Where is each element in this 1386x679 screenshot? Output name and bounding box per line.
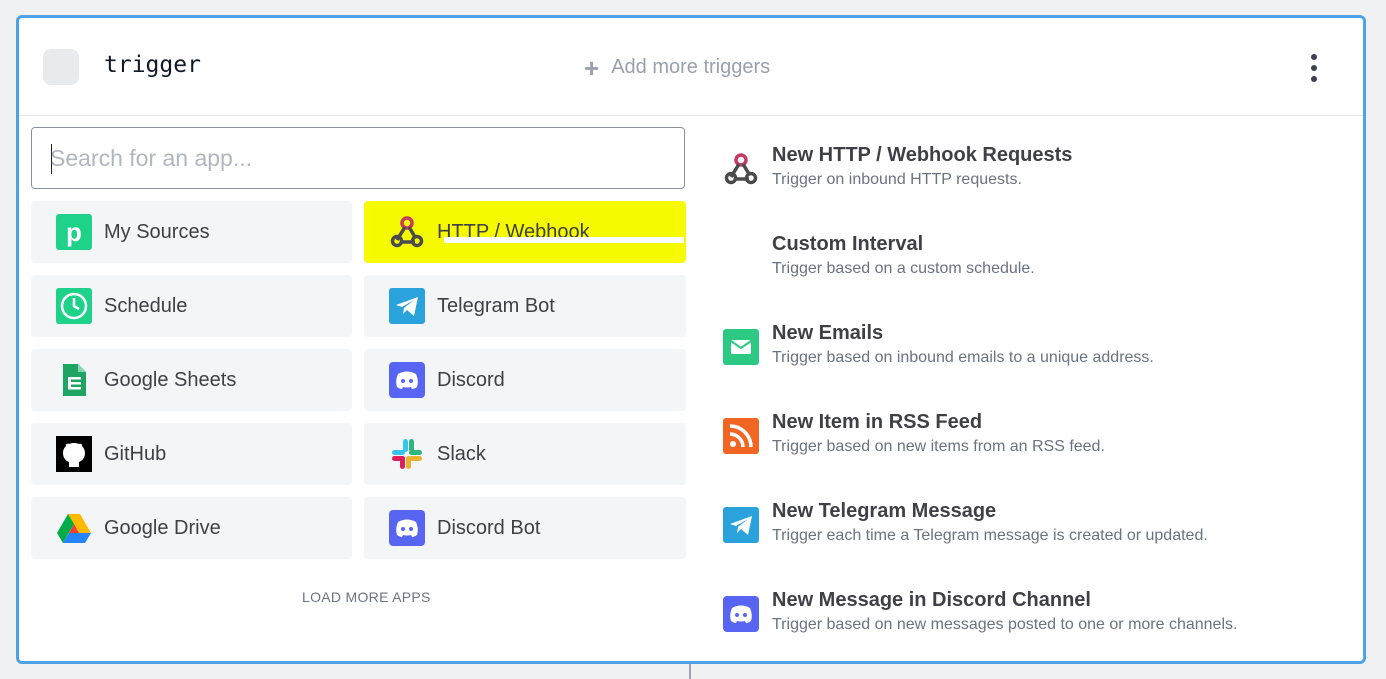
app-tile-telegram-bot[interactable]: Telegram Bot	[364, 275, 686, 337]
app-tile-discord[interactable]: Discord	[364, 349, 686, 411]
github-icon	[56, 436, 92, 472]
discord-icon	[389, 510, 425, 546]
step-name[interactable]: trigger	[104, 52, 201, 78]
trigger-item-custom-interval[interactable]: Custom Interval Trigger based on a custo…	[722, 231, 1035, 278]
app-tile-github[interactable]: GitHub	[31, 423, 352, 485]
app-tile-google-drive[interactable]: Google Drive	[31, 497, 352, 559]
app-tile-label: Discord	[437, 368, 505, 391]
trigger-item-rss-feed[interactable]: New Item in RSS Feed Trigger based on ne…	[722, 409, 1105, 456]
app-search-input[interactable]	[31, 127, 685, 189]
more-options-icon[interactable]	[1303, 54, 1325, 82]
step-header: trigger + Add more triggers	[19, 18, 1363, 116]
pipedream-icon: p	[56, 214, 92, 250]
trigger-title: New Item in RSS Feed	[772, 411, 983, 433]
trigger-step-card: trigger + Add more triggers p My Sources	[16, 15, 1366, 664]
app-grid: p My Sources HTTP / Webhook Schedule Tel…	[31, 201, 686, 559]
app-tile-slack[interactable]: Slack	[364, 423, 686, 485]
app-tile-label: Schedule	[104, 294, 188, 317]
trigger-description: Trigger based on new messages posted to …	[772, 616, 1238, 633]
app-tile-label: Slack	[437, 442, 486, 465]
highlight-mark	[444, 237, 684, 243]
trigger-description: Trigger based on a custom schedule.	[772, 260, 1035, 277]
app-tile-google-sheets[interactable]: Google Sheets	[31, 349, 352, 411]
app-tile-discord-bot[interactable]: Discord Bot	[364, 497, 686, 559]
discord-icon	[389, 362, 425, 398]
trigger-title: Custom Interval	[772, 233, 924, 255]
text-cursor	[51, 144, 52, 174]
app-tile-my-sources[interactable]: p My Sources	[31, 201, 352, 263]
app-tile-schedule[interactable]: Schedule	[31, 275, 352, 337]
rss-icon	[722, 417, 760, 455]
slack-icon	[389, 436, 425, 472]
webhook-icon	[389, 214, 425, 250]
trigger-item-new-emails[interactable]: New Emails Trigger based on inbound emai…	[722, 320, 1154, 367]
discord-icon	[722, 595, 760, 633]
trigger-description: Trigger each time a Telegram message is …	[772, 527, 1208, 544]
trigger-description: Trigger on inbound HTTP requests.	[772, 171, 1022, 188]
blank-icon	[722, 239, 760, 277]
plus-icon: +	[584, 52, 600, 83]
trigger-item-telegram-message[interactable]: New Telegram Message Trigger each time a…	[722, 498, 1208, 545]
step-app-icon	[43, 49, 79, 85]
app-tile-label: Google Sheets	[104, 368, 237, 391]
app-tile-label: My Sources	[104, 220, 210, 243]
add-more-triggers-button[interactable]: + Add more triggers	[584, 52, 771, 83]
app-tile-http-webhook[interactable]: HTTP / Webhook	[364, 201, 686, 263]
app-tile-label: Discord Bot	[437, 516, 541, 539]
svg-text:p: p	[66, 217, 82, 247]
trigger-item-http-webhook[interactable]: New HTTP / Webhook Requests Trigger on i…	[722, 142, 1072, 189]
trigger-item-discord-channel[interactable]: New Message in Discord Channel Trigger b…	[722, 587, 1237, 634]
app-tile-label: Google Drive	[104, 516, 221, 539]
clock-icon	[56, 288, 92, 324]
trigger-title: New Emails	[772, 322, 884, 344]
app-tile-label: GitHub	[104, 442, 167, 465]
trigger-title: New Message in Discord Channel	[772, 589, 1091, 611]
trigger-title: New HTTP / Webhook Requests	[772, 144, 1073, 166]
trigger-title: New Telegram Message	[772, 500, 997, 522]
telegram-icon	[389, 288, 425, 324]
app-tile-label: Telegram Bot	[437, 294, 555, 317]
telegram-icon	[722, 506, 760, 544]
google-sheets-icon	[56, 362, 92, 398]
webhook-icon	[722, 150, 760, 188]
trigger-description: Trigger based on inbound emails to a uni…	[772, 349, 1154, 366]
add-more-triggers-label: Add more triggers	[611, 56, 771, 78]
trigger-description: Trigger based on new items from an RSS f…	[772, 438, 1105, 455]
load-more-apps-button[interactable]: LOAD MORE APPS	[302, 589, 431, 605]
email-icon	[722, 328, 760, 366]
google-drive-icon	[56, 510, 92, 546]
